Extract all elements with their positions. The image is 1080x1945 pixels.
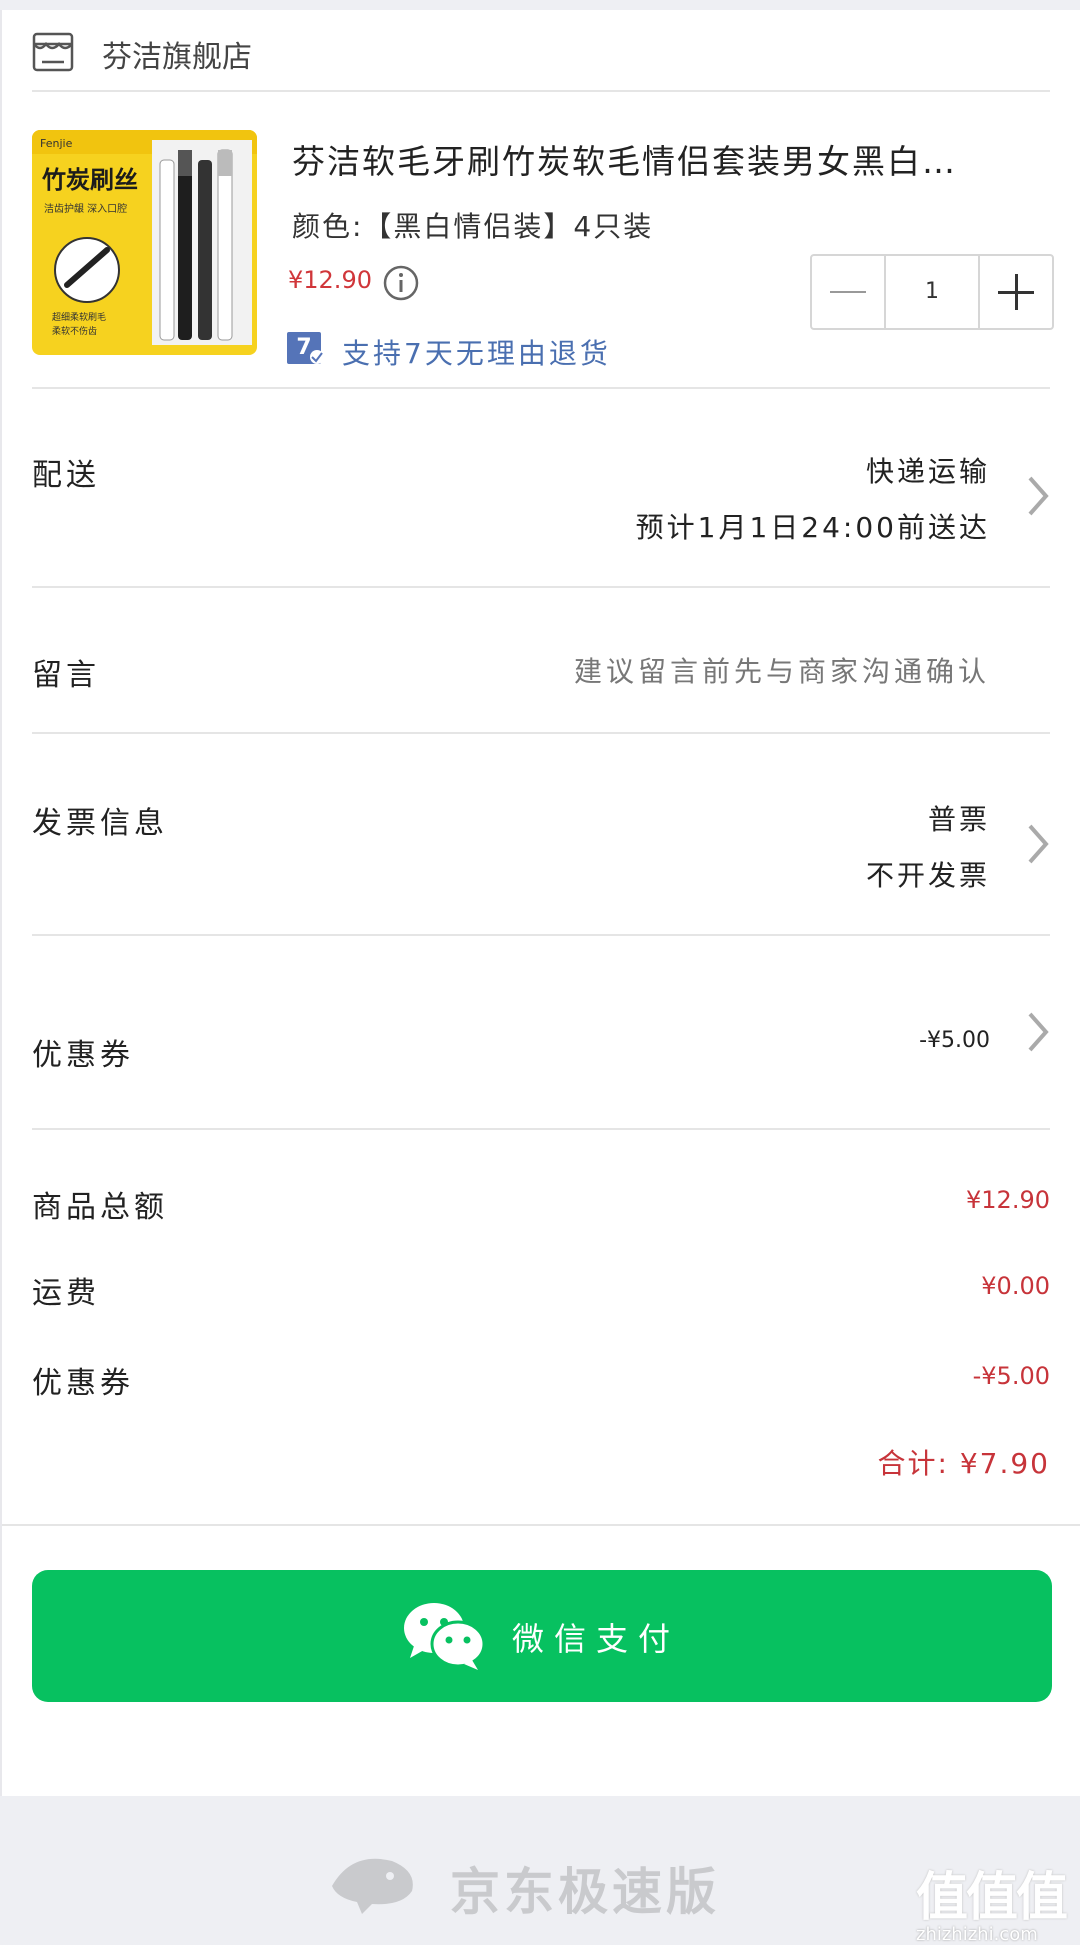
message-label: 留言 [32, 658, 100, 693]
coupon-summary-label: 优惠券 [32, 1366, 134, 1401]
top-strip [0, 0, 1080, 10]
watermark-logo: 值值值 [916, 1868, 1068, 1928]
divider [32, 1128, 1050, 1130]
delivery-eta: 预计1月1日24:00前送达 [635, 511, 990, 544]
svg-text:Fenjie: Fenjie [40, 137, 73, 150]
check-icon [310, 350, 324, 364]
watermark: 值值值 zhizhizhi.com [916, 1855, 1068, 1945]
quantity-value[interactable]: 1 [886, 256, 978, 328]
divider [2, 1524, 1080, 1526]
divider [32, 387, 1050, 389]
store-header[interactable]: 芬洁旗舰店 [2, 10, 1080, 90]
divider [32, 934, 1050, 936]
invoice-label: 发票信息 [32, 806, 168, 841]
decrease-button[interactable] [812, 256, 886, 328]
divider [32, 90, 1050, 92]
pay-label: 微信支付 [512, 1620, 681, 1658]
store-icon [32, 32, 74, 72]
goods-total-label: 商品总额 [32, 1190, 168, 1225]
quantity-stepper[interactable]: 1 [810, 254, 1054, 330]
product-image[interactable]: Fenjie 竹炭刷丝 洁齿护龈 深入口腔 超细柔软刷毛 柔软不伤齿 [32, 130, 257, 355]
coupon-label: 优惠券 [32, 1038, 134, 1073]
chevron-right-icon[interactable] [1024, 1010, 1052, 1054]
delivery-method: 快递运输 [865, 455, 990, 488]
svg-text:超细柔软刷毛: 超细柔软刷毛 [52, 311, 106, 323]
shipping-value: ¥0.00 [981, 1272, 1050, 1300]
message-input[interactable]: 建议留言前先与商家沟通确认 [574, 650, 990, 690]
product-spec: 颜色:【黑白情侣装】4只装 [292, 210, 654, 243]
plus-icon [998, 274, 1034, 310]
product-price: ¥12.90 [288, 266, 372, 294]
return-text: 支持7天无理由退货 [342, 337, 611, 370]
coupon-value: -¥5.00 [919, 1028, 990, 1053]
invoice-type: 普票 [927, 803, 990, 836]
info-icon[interactable] [382, 264, 420, 302]
order-card: 芬洁旗舰店 Fenjie 竹炭刷丝 洁齿护龈 深入口腔 超细柔软刷毛 柔软不伤齿… [0, 10, 1080, 1796]
jd-mascot-logo [332, 1858, 413, 1914]
product-title[interactable]: 芬洁软毛牙刷竹炭软毛情侣套装男女黑白… [292, 135, 1052, 183]
chevron-right-icon[interactable] [1024, 474, 1052, 518]
invoice-status: 不开发票 [865, 859, 990, 892]
delivery-label: 配送 [32, 458, 100, 493]
shipping-label: 运费 [32, 1276, 100, 1311]
minus-icon [830, 291, 866, 293]
svg-text:洁齿护龈 深入口腔: 洁齿护龈 深入口腔 [44, 202, 127, 215]
divider [32, 586, 1050, 588]
divider [32, 732, 1050, 734]
chevron-right-icon[interactable] [1024, 822, 1052, 866]
svg-text:竹炭刷丝: 竹炭刷丝 [41, 166, 138, 194]
wechat-icon [404, 1603, 486, 1670]
brand-name: 京东极速版 [450, 1863, 720, 1921]
coupon-summary-value: -¥5.00 [972, 1362, 1050, 1390]
increase-button[interactable] [978, 256, 1052, 328]
store-name[interactable]: 芬洁旗舰店 [102, 32, 252, 76]
svg-text:柔软不伤齿: 柔软不伤齿 [52, 325, 97, 337]
wechat-pay-button[interactable]: 微信支付 [32, 1570, 1052, 1702]
goods-total-value: ¥12.90 [966, 1186, 1050, 1214]
order-total: 合计: ¥7.90 [877, 1447, 1050, 1480]
